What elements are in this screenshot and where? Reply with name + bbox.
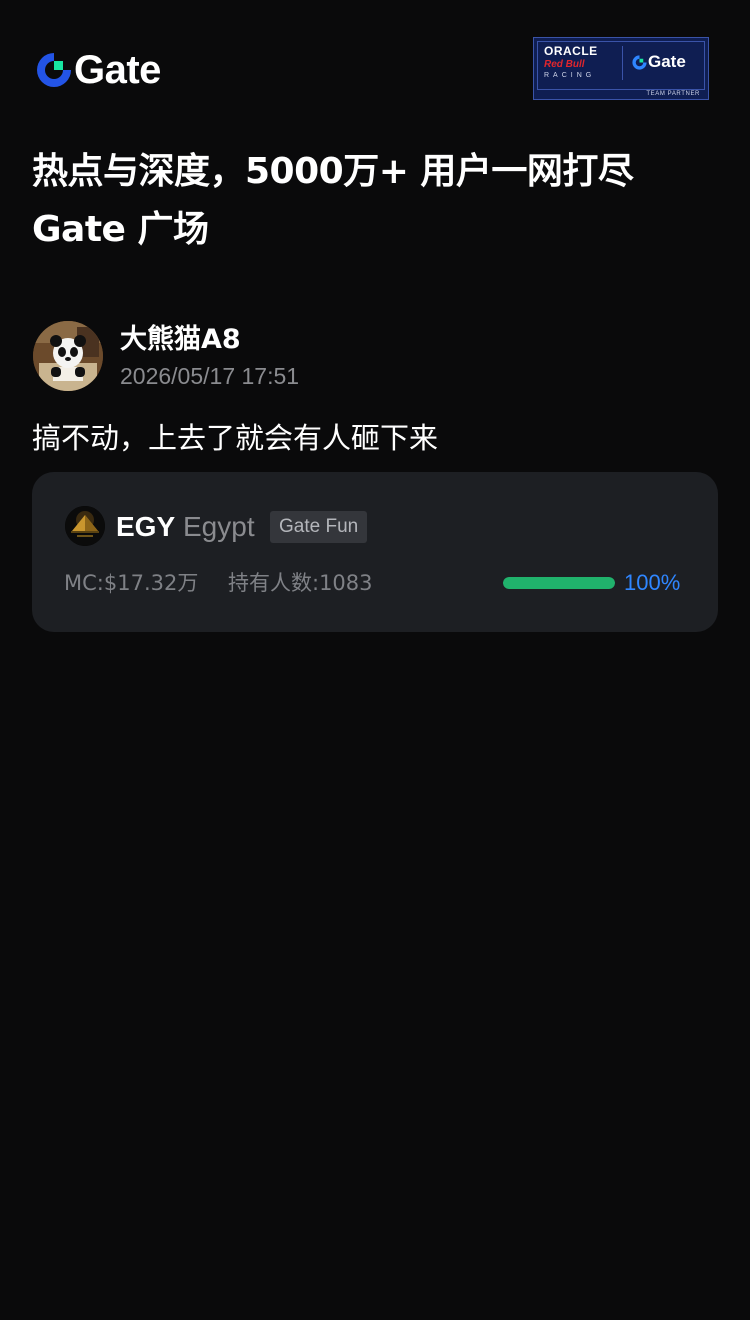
gate-logo-icon [632,54,647,70]
team-partner-label: TEAM PARTNER [646,91,700,97]
brand-name: Gate [74,48,161,92]
team-partner-badge: ORACLE Red Bull RACING Gate TEAM PARTNER [533,37,709,100]
token-market-cap: MC:$17.32万 [64,571,199,595]
oracle-wordmark: ORACLE [544,44,598,58]
badge-divider [622,46,623,80]
egypt-pyramid-icon [65,506,105,546]
token-holders: 持有人数:1083 [228,571,373,595]
page-headline: 热点与深度，5000万+ 用户一网打尽 Gate 广场 [32,143,722,259]
gate-logo[interactable]: Gate [36,50,161,90]
headline-line-1: 热点与深度，5000万+ 用户一网打尽 [32,151,634,192]
bonding-progress-fill [503,577,615,589]
bonding-progress-bar [503,577,615,589]
token-symbol: EGY [116,511,176,542]
racing-wordmark: RACING [544,72,596,79]
bonding-progress-label: 100% [624,570,681,595]
post-content: 搞不动，上去了就会有人砸下来 [32,421,439,455]
panda-avatar-icon [33,321,103,391]
headline-line-2: Gate 广场 [32,209,209,250]
badge-gate-text: Gate [648,52,686,71]
redbull-wordmark: Red Bull [544,59,585,70]
token-card[interactable]: EGY Egypt Gate Fun MC:$17.32万 持有人数:1083 … [32,472,718,632]
post-timestamp: 2026/05/17 17:51 [120,363,300,389]
token-name: Egypt [183,511,255,542]
badge-gate-logo: Gate [632,52,686,72]
author-name[interactable]: 大熊猫A8 [120,322,241,358]
token-platform-tag: Gate Fun [270,511,368,543]
pyramid-icon [65,506,105,546]
avatar[interactable] [33,321,103,391]
gate-logo-icon [37,52,72,87]
